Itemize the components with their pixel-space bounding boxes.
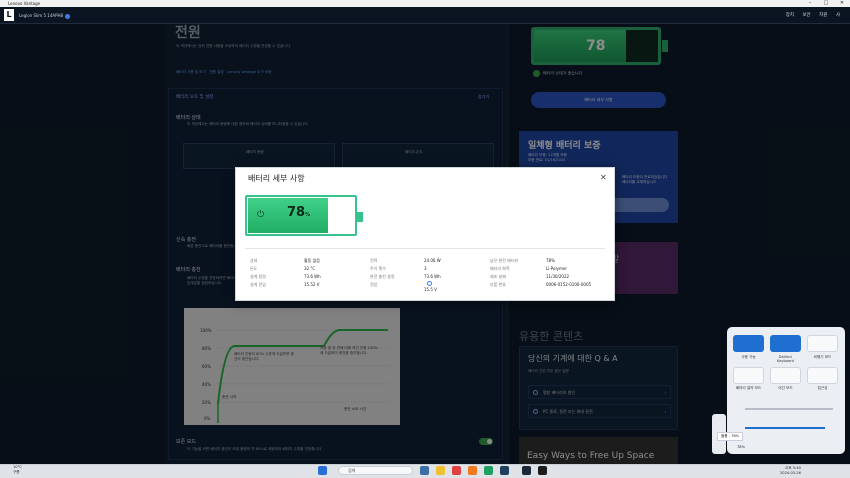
key-temperature: 온도: [250, 266, 258, 271]
device-name: Legion Slim 5 14APH8: [19, 13, 71, 19]
detail-col-2-values: 24.06 W 3 73.6 Wh 15.5 V: [424, 257, 441, 294]
battery-pct-value: 78: [287, 205, 306, 220]
app-icon[interactable]: [452, 466, 461, 475]
brightness-slider[interactable]: [745, 408, 833, 410]
quick-settings-panel: 사용 가능 DaVinci Keyboard 비행기 모드 배터리 절약 모드 …: [717, 327, 845, 454]
night-light-tile[interactable]: [770, 367, 801, 384]
explorer-icon[interactable]: [436, 466, 445, 475]
val-part-number: 0006-0152-0100-0005: [546, 282, 592, 287]
val-full-charge-capacity: 73.6 Wh: [424, 273, 441, 286]
val-power: 24.06 W: [424, 258, 441, 263]
system-clock[interactable]: 오후 5:40 2024-03-26: [780, 466, 801, 476]
quick-battery-text: 78%: [737, 445, 745, 449]
verified-icon: [65, 13, 71, 19]
val-design-voltage: 15.52 V: [304, 282, 320, 287]
val-temperature: 32 °C: [304, 266, 316, 271]
app-header: [0, 7, 850, 24]
key-design-capacity: 설계 용량: [250, 274, 266, 279]
val-chemistry: Li-Polymer: [546, 266, 567, 271]
tile-label-1: 사용 가능: [741, 355, 756, 359]
nav-support[interactable]: 지원: [819, 13, 827, 18]
val-remaining: 78%: [546, 258, 555, 263]
lenovo-logo[interactable]: L: [4, 9, 14, 21]
window-title: Lenovo Vantage: [8, 1, 41, 6]
app2-icon[interactable]: [484, 466, 493, 475]
detail-col-3-values: 78% Li-Polymer 11/30/2022 0006-0152-0100…: [546, 257, 591, 289]
nav-security[interactable]: 보안: [802, 13, 810, 18]
key-chemistry: 배터리 화학: [490, 266, 510, 271]
volume-tooltip: 볼륨 : 78%: [717, 432, 744, 441]
weather-text: 구름: [13, 470, 20, 474]
weather-temp: 10°C: [13, 465, 22, 469]
minimize-button[interactable]: –: [802, 0, 818, 7]
key-voltage: 전압: [370, 282, 378, 287]
detail-col-1-values: 활동 없음 32 °C 73.6 Wh 15.52 V: [304, 257, 321, 289]
browser-icon[interactable]: [468, 466, 477, 475]
taskbar-search[interactable]: 검색: [338, 466, 413, 475]
val-design-capacity: 73.6 Wh: [304, 274, 321, 279]
battery-gauge-large: ⏻ 78%: [245, 195, 363, 236]
key-design-voltage: 설계 전압: [250, 282, 266, 287]
tile-label-2: DaVinci Keyboard: [777, 355, 794, 363]
weather-widget[interactable]: 10°C 구름: [13, 465, 22, 475]
clock-time: 오후 5:40: [785, 466, 801, 470]
steam-icon[interactable]: [522, 466, 531, 475]
wifi-tile[interactable]: [733, 335, 764, 352]
device-name-label: Legion Slim 5 14APH8: [19, 13, 64, 18]
key-part-number: 부품 번호: [490, 282, 506, 287]
dialog-divider: [245, 248, 605, 249]
vantage-icon[interactable]: [538, 466, 547, 475]
close-window-button[interactable]: ✕: [834, 0, 850, 7]
key-remaining: 남은 완전 배터리: [490, 258, 519, 263]
battery-tip-large: [357, 212, 363, 222]
tile-label-3: 비행기 모드: [813, 355, 832, 359]
top-nav: 장치 보안 지원 사: [779, 12, 840, 18]
val-status: 활동 없음: [304, 258, 320, 263]
tile-label-4: 배터리 절약 모드: [735, 386, 762, 390]
key-cycle-count: 주기 횟수: [370, 266, 386, 271]
val-manufacture-date: 11/30/2022: [546, 274, 570, 279]
key-manufacture-date: 제조 날짜: [490, 274, 506, 279]
detail-col-1-keys: 상태 온도 설계 용량 설계 전압: [250, 257, 266, 289]
battery-saver-tile[interactable]: [733, 367, 764, 384]
nav-device[interactable]: 장치: [786, 13, 794, 18]
bluetooth-tile[interactable]: [770, 335, 801, 352]
dialog-title: 배터리 세부 사항: [248, 174, 305, 183]
window-titlebar: Lenovo Vantage – □ ✕: [0, 0, 850, 7]
detail-col-2-keys: 전력 주기 횟수 완전 충전 용량 전압: [370, 257, 395, 289]
accessibility-tile[interactable]: [807, 367, 838, 384]
key-power: 전력: [370, 258, 378, 263]
tile-label-6: 접근성: [817, 386, 828, 390]
app3-icon[interactable]: [500, 466, 509, 475]
battery-details-dialog: 배터리 세부 사항 ✕ ⏻ 78% 상태 온도 설계 용량 설계 전압 활동 없…: [235, 167, 615, 301]
close-icon[interactable]: ✕: [600, 173, 607, 182]
maximize-button[interactable]: □: [818, 0, 834, 7]
plug-icon: ⏻: [257, 210, 265, 220]
nav-user[interactable]: 사: [836, 13, 840, 18]
key-full-charge-capacity: 완전 충전 용량: [370, 274, 395, 279]
volume-slider[interactable]: [745, 427, 825, 429]
taskview-icon[interactable]: [420, 466, 429, 475]
battery-pct-large: 78%: [287, 205, 310, 220]
tile-label-5: 야간 모드: [778, 386, 793, 390]
detail-col-3-keys: 남은 완전 배터리 배터리 화학 제조 날짜 부품 번호: [490, 257, 518, 289]
search-placeholder: 검색: [348, 468, 356, 473]
airplane-tile[interactable]: [807, 335, 838, 352]
val-voltage: 15.5 V: [424, 287, 437, 292]
val-cycle-count: 3: [424, 266, 427, 271]
val-full-charge-capacity-text: 73.6 Wh: [424, 274, 441, 279]
start-icon[interactable]: [318, 466, 327, 475]
key-status: 상태: [250, 258, 258, 263]
clock-date: 2024-03-26: [780, 471, 801, 475]
battery-pct-unit: %: [305, 212, 311, 218]
